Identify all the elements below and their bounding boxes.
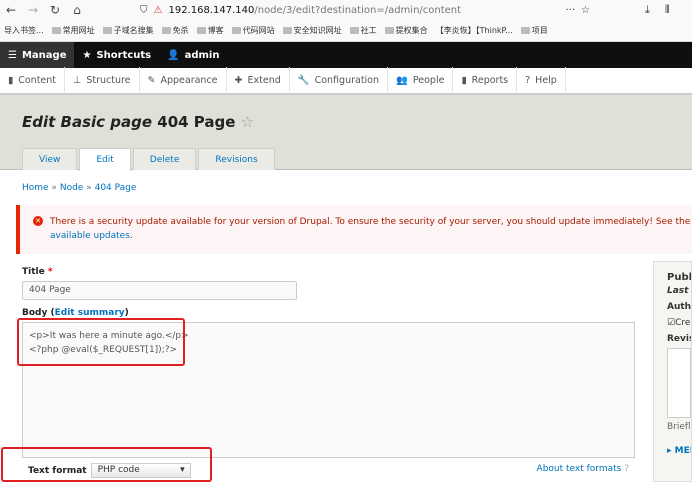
security-alert: ✕ There is a security update available f… <box>16 205 692 254</box>
browser-nav-bar: ← → ↻ ⌂ ⛉ ⚠ 192.168.147.140/node/3/edit?… <box>0 0 692 20</box>
menu-reports[interactable]: ▮ Reports <box>453 67 518 94</box>
sitemap-icon: ⊥ <box>73 75 82 86</box>
shortcut-star-icon[interactable]: ☆ <box>241 113 254 131</box>
url-bar[interactable]: ⛉ ⚠ 192.168.147.140/node/3/edit?destinat… <box>140 2 590 18</box>
toolbar-manage[interactable]: ☰ Manage <box>0 42 75 68</box>
bookmark-folder[interactable]: 提权集合 <box>384 25 428 36</box>
folder-icon <box>231 27 241 34</box>
insecure-lock-icon: ⚠ <box>153 4 163 16</box>
menu-people[interactable]: 👥 People <box>388 67 454 94</box>
breadcrumb-node[interactable]: Node <box>60 183 84 193</box>
about-text-formats-link[interactable]: About text formats ? <box>537 464 629 474</box>
breadcrumb-page[interactable]: 404 Page <box>95 183 137 193</box>
brush-icon: ✎ <box>147 75 156 86</box>
menu-help[interactable]: ? Help <box>517 67 566 94</box>
folder-icon <box>51 27 61 34</box>
menu-structure[interactable]: ⊥ Structure <box>65 67 140 94</box>
bookmark-folder[interactable]: 社工 <box>349 25 377 36</box>
toolbar-shortcuts[interactable]: ★ Shortcuts <box>74 42 159 68</box>
edit-summary-link[interactable]: Edit summary <box>55 308 125 318</box>
sidebar-heading: Publi <box>667 272 692 283</box>
bookmark-folder[interactable]: 子域名搜集 <box>102 25 154 36</box>
bookmark-folder[interactable]: 安全知识网址 <box>282 25 342 36</box>
library-icon[interactable]: ⫴ <box>665 3 670 17</box>
revision-help: Briefly <box>667 422 691 432</box>
folder-icon <box>161 27 171 34</box>
breadcrumb: Home » Node » 404 Page <box>22 183 137 193</box>
title-label: Title * <box>22 267 53 277</box>
url-path: /node/3/edit?destination=/admin/content <box>254 4 462 16</box>
star-icon: ★ <box>82 49 92 61</box>
reload-icon[interactable]: ↻ <box>44 3 66 17</box>
admin-toolbar: ☰ Manage ★ Shortcuts 👤 admin <box>0 42 692 68</box>
bookmark-folder[interactable]: 常用网址 <box>51 25 95 36</box>
bookmark-folder[interactable]: 博客 <box>196 25 224 36</box>
back-icon[interactable]: ← <box>0 3 22 17</box>
tabs: View Edit Delete Revisions <box>22 148 277 171</box>
more-icon[interactable]: ··· <box>565 5 575 16</box>
title-input[interactable]: 404 Page <box>22 281 297 300</box>
bookmark-folder[interactable]: 代码网站 <box>231 25 275 36</box>
url-host: 192.168.147.140 <box>168 4 255 16</box>
error-icon: ✕ <box>33 216 43 226</box>
user-icon: 👤 <box>167 49 180 61</box>
menu-extend[interactable]: ✚ Extend <box>227 67 290 94</box>
last-saved: Last s <box>667 286 691 296</box>
bookmarks-bar: 导入书签... 常用网址 子域名搜集 免杀 博客 代码网站 安全知识网址 社工 … <box>0 20 692 42</box>
author-label: Autho <box>667 302 692 312</box>
people-icon: 👥 <box>396 75 408 86</box>
puzzle-icon: ✚ <box>234 75 243 86</box>
tab-revisions[interactable]: Revisions <box>198 148 275 170</box>
help-icon: ? <box>624 464 629 474</box>
bookmark-import[interactable]: 导入书签... <box>4 25 44 36</box>
create-revision-checkbox[interactable]: ☑Cre <box>667 318 691 328</box>
folder-icon <box>349 27 359 34</box>
menu-content[interactable]: ▮ Content <box>0 67 66 94</box>
folder-icon <box>102 27 112 34</box>
bookmark-star-icon[interactable]: ☆ <box>581 5 590 16</box>
page-header: Edit Basic page 404 Page ☆ View Edit Del… <box>0 95 692 171</box>
admin-menu: ▮ Content ⊥ Structure ✎ Appearance ✚ Extend … <box>0 67 692 95</box>
folder-icon <box>196 27 206 34</box>
download-icon[interactable]: ⤓ <box>645 3 650 17</box>
hamburger-icon: ☰ <box>8 49 17 61</box>
file-icon: ▮ <box>8 75 14 86</box>
bookmark-link[interactable]: 【李炎恢】【ThinkP... <box>436 25 513 36</box>
wrench-icon: 🔧 <box>297 75 310 86</box>
bookmark-folder[interactable]: 项目 <box>520 25 548 36</box>
help-icon: ? <box>525 75 531 86</box>
menu-appearance[interactable]: ✎ Appearance <box>140 67 227 94</box>
menu-configuration[interactable]: 🔧 Configuration <box>290 67 389 94</box>
folder-icon <box>384 27 394 34</box>
forward-icon[interactable]: → <box>22 3 44 17</box>
bar-chart-icon: ▮ <box>461 75 467 86</box>
toolbar-user[interactable]: 👤 admin <box>159 42 227 68</box>
shield-icon: ⛉ <box>140 4 148 16</box>
bookmark-folder[interactable]: 免杀 <box>161 25 189 36</box>
folder-icon <box>282 27 292 34</box>
available-updates-link[interactable]: available updates <box>50 231 130 241</box>
folder-icon <box>520 27 530 34</box>
highlight-box-body <box>17 318 185 366</box>
meta-sidebar: Publi Last s Autho ☑Cre Revisi Briefly ▸… <box>653 261 692 482</box>
highlight-box-format <box>1 447 212 482</box>
revision-log-label: Revisi <box>667 334 691 344</box>
tab-edit[interactable]: Edit <box>79 148 131 171</box>
body-label: Body (Edit summary) <box>22 308 129 318</box>
tab-view[interactable]: View <box>22 148 78 170</box>
home-icon[interactable]: ⌂ <box>66 3 88 17</box>
tab-delete[interactable]: Delete <box>132 148 197 170</box>
menu-settings-toggle[interactable]: ▸ MEN <box>667 446 691 456</box>
breadcrumb-home[interactable]: Home <box>22 183 49 193</box>
page-title: Edit Basic page 404 Page ☆ <box>22 113 255 131</box>
revision-log-textarea[interactable] <box>667 348 691 418</box>
